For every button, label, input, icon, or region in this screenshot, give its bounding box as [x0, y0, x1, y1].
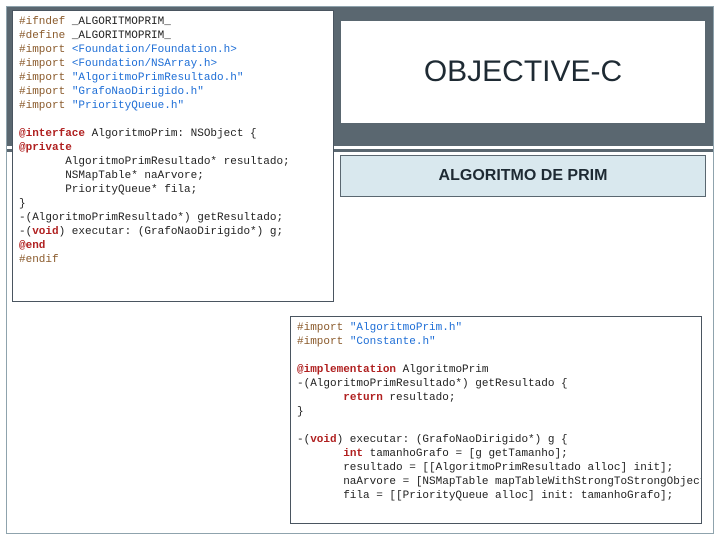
code-token: #import — [297, 336, 343, 348]
code-token: #define — [19, 30, 65, 42]
code-line: } — [297, 406, 304, 418]
code-token: "AlgoritmoPrimResultado.h" — [72, 72, 244, 84]
code-token: AlgoritmoPrim: NSObject { — [85, 128, 257, 140]
code-line: resultado = [[AlgoritmoPrimResultado all… — [297, 462, 673, 474]
code-token: #import — [297, 322, 343, 334]
code-line: naArvore = [NSMapTable mapTableWithStron… — [297, 476, 702, 488]
code-token: #import — [19, 72, 65, 84]
code-line: NSMapTable* naArvore; — [19, 170, 204, 182]
code-line: PriorityQueue* fila; — [19, 184, 197, 196]
code-token: #ifndef — [19, 16, 65, 28]
code-token: "PriorityQueue.h" — [72, 100, 184, 112]
code-token: #endif — [19, 254, 59, 266]
code-token — [297, 448, 343, 460]
code-line: } — [19, 198, 26, 210]
page-title: OBJECTIVE-C — [424, 55, 622, 89]
code-token: -( — [19, 226, 32, 238]
code-token: "GrafoNaoDirigido.h" — [72, 86, 204, 98]
code-token: AlgoritmoPrim — [396, 364, 488, 376]
code-token: #import — [19, 58, 65, 70]
subtitle-box: ALGORITMO DE PRIM — [340, 155, 706, 197]
code-line: AlgoritmoPrimResultado* resultado; — [19, 156, 290, 168]
code-token — [297, 392, 343, 404]
code-token: @end — [19, 240, 45, 252]
code-token: @interface — [19, 128, 85, 140]
code-line: -(AlgoritmoPrimResultado*) getResultado … — [297, 378, 568, 390]
code-token: <Foundation/Foundation.h> — [72, 44, 237, 56]
title-box: OBJECTIVE-C — [340, 20, 706, 124]
code-token: int — [343, 448, 363, 460]
page-subtitle: ALGORITMO DE PRIM — [439, 167, 608, 185]
code-token: <Foundation/NSArray.h> — [72, 58, 217, 70]
code-token: void — [310, 434, 336, 446]
code-token: return — [343, 392, 383, 404]
code-token: _ALGORITMOPRIM_ — [72, 16, 171, 28]
code-token: @implementation — [297, 364, 396, 376]
code-token: #import — [19, 86, 65, 98]
code-token: ) executar: (GrafoNaoDirigido*) g; — [59, 226, 283, 238]
code-token: ) executar: (GrafoNaoDirigido*) g { — [337, 434, 568, 446]
code-line: -(AlgoritmoPrimResultado*) getResultado; — [19, 212, 283, 224]
code-token: resultado; — [383, 392, 456, 404]
code-token: #import — [19, 100, 65, 112]
code-token: tamanhoGrafo = [g getTamanho]; — [363, 448, 568, 460]
code-token: _ALGORITMOPRIM_ — [72, 30, 171, 42]
code-token: #import — [19, 44, 65, 56]
code-line: fila = [[PriorityQueue alloc] init: tama… — [297, 490, 673, 502]
code-token: @private — [19, 142, 72, 154]
code-header-file: #ifndef _ALGORITMOPRIM_ #define _ALGORIT… — [12, 10, 334, 302]
code-token: "Constante.h" — [350, 336, 436, 348]
code-implementation-file: #import "AlgoritmoPrim.h" #import "Const… — [290, 316, 702, 524]
code-token: void — [32, 226, 58, 238]
code-token: -( — [297, 434, 310, 446]
code-token: "AlgoritmoPrim.h" — [350, 322, 462, 334]
